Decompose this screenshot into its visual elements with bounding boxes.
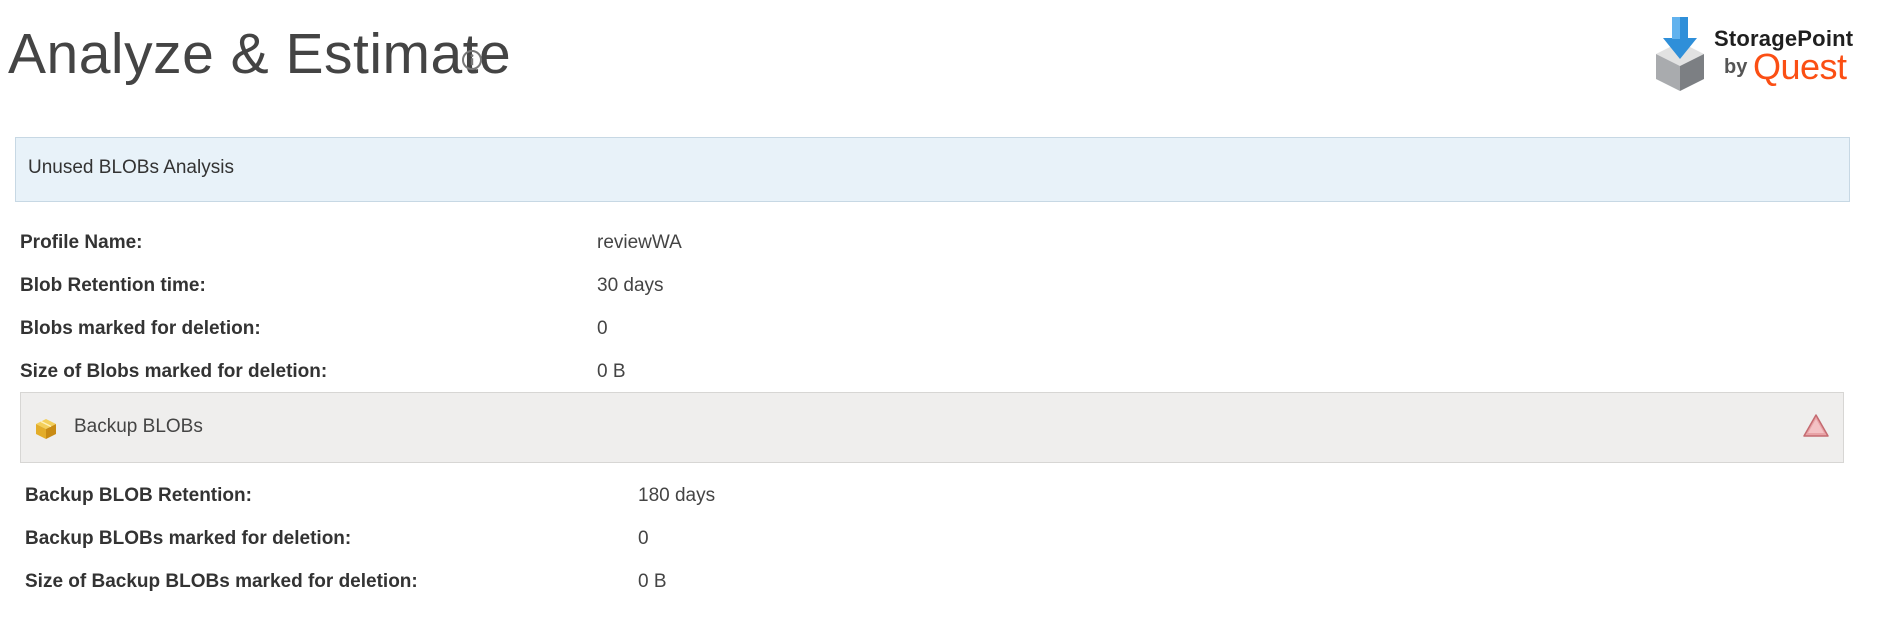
field-label: Size of Blobs marked for deletion: [20,361,328,382]
field-label: Backup BLOBs marked for deletion: [25,528,352,549]
field-value: 0 [597,318,608,339]
field-label: Size of Backup BLOBs marked for deletion… [25,571,418,592]
logo-vendor-name: Quest [1753,46,1847,87]
backup-blobs-title: Backup BLOBs [74,416,203,437]
field-value: 30 days [597,275,664,296]
field-label: Profile Name: [20,232,143,253]
field-row-backup-marked: Backup BLOBs marked for deletion: 0 [25,528,1225,558]
backup-box-icon [34,416,58,440]
section-title: Unused BLOBs Analysis [28,157,234,178]
page-title: Analyze & Estimate [8,22,512,86]
field-row-profile-name: Profile Name: reviewWA [20,232,1220,262]
field-value: 0 B [597,361,626,382]
field-value: 0 [638,528,649,549]
logo-by-text: by [1724,56,1748,78]
info-circle-icon[interactable] [461,49,483,71]
field-row-backup-size: Size of Backup BLOBs marked for deletion… [25,571,1225,601]
field-row-blob-retention: Blob Retention time: 30 days [20,275,1220,305]
field-value: reviewWA [597,232,682,253]
field-label: Blob Retention time: [20,275,206,296]
field-row-blobs-marked: Blobs marked for deletion: 0 [20,318,1220,348]
storagepoint-logo: StoragePoint by Quest [1650,14,1870,94]
warning-triangle-icon[interactable] [1802,413,1830,439]
analysis-section-header: Unused BLOBs Analysis [15,137,1850,202]
field-row-blobs-size: Size of Blobs marked for deletion: 0 B [20,361,1220,391]
backup-blobs-header[interactable]: Backup BLOBs [20,392,1844,463]
field-label: Backup BLOB Retention: [25,485,252,506]
field-label: Blobs marked for deletion: [20,318,261,339]
field-row-backup-retention: Backup BLOB Retention: 180 days [25,485,1225,515]
field-value: 0 B [638,571,667,592]
storage-box-download-icon [1650,14,1710,92]
field-value: 180 days [638,485,716,506]
